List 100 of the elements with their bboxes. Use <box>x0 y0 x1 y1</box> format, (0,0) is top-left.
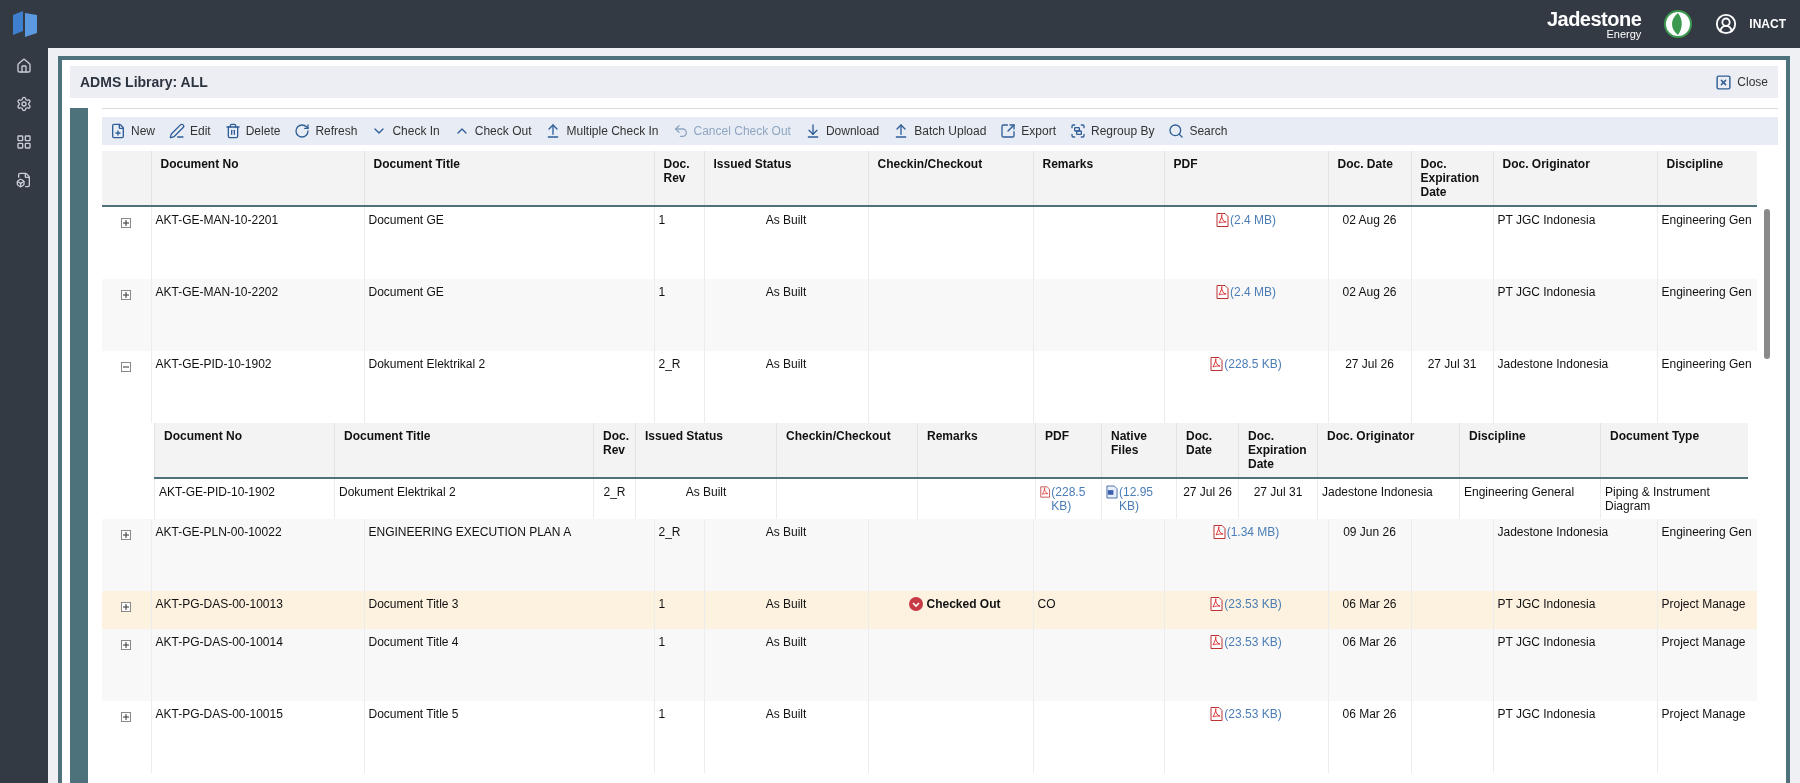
minus-icon <box>122 363 131 371</box>
native-file-link[interactable]: (12.95 KB) <box>1119 485 1172 513</box>
column-header[interactable]: PDF <box>1035 423 1102 478</box>
document-icon[interactable] <box>16 172 32 188</box>
table-cell: Project Manage <box>1657 629 1757 701</box>
plus-icon <box>122 219 131 227</box>
pdf-link[interactable]: (2.4 MB) <box>1230 285 1276 299</box>
column-header[interactable]: Issued Status <box>635 423 777 478</box>
pdf-link[interactable]: (2.4 MB) <box>1230 213 1276 227</box>
export-icon <box>1000 123 1017 139</box>
toolbar-button[interactable]: Download <box>804 123 880 139</box>
column-header[interactable]: Remarks <box>1033 151 1164 206</box>
table-cell: 1 <box>654 206 704 279</box>
toolbar-button[interactable]: Search <box>1168 123 1228 139</box>
table-cell: AKT-GE-PID-10-1902 <box>151 351 364 423</box>
column-header[interactable]: Doc. Expiration Date <box>1411 151 1493 206</box>
word-file-icon <box>1106 485 1118 499</box>
table-cell: Document Title 4 <box>364 629 654 701</box>
table-cell: As Built <box>704 701 868 773</box>
table-cell: 27 Jul 26 <box>1328 351 1411 423</box>
close-button[interactable]: Close <box>1715 73 1768 91</box>
column-header[interactable]: Doc. Originator <box>1493 151 1657 206</box>
column-header[interactable]: Doc. Rev <box>593 423 636 478</box>
toolbar-button[interactable]: Multiple Check In <box>545 123 659 139</box>
column-header[interactable]: Document Title <box>364 151 654 206</box>
table-cell: Jadestone Indonesia <box>1493 351 1657 423</box>
user-avatar-icon[interactable] <box>1715 13 1738 35</box>
user-name: INACT <box>1749 17 1786 31</box>
table-cell: AKT-GE-MAN-10-2202 <box>151 279 364 351</box>
column-header[interactable]: Document No <box>151 151 364 206</box>
column-header[interactable]: Discipline <box>1657 151 1757 206</box>
toolbar-button[interactable]: Edit <box>169 123 211 139</box>
column-header[interactable]: Doc. Date <box>1176 423 1239 478</box>
plus-icon <box>122 713 131 721</box>
brand-logo: Jadestone Energy <box>1546 8 1642 40</box>
plus-icon <box>122 291 131 299</box>
column-header[interactable]: Checkin/Checkout <box>868 151 1033 206</box>
table-cell: As Built <box>704 206 868 279</box>
expand-toggle[interactable] <box>121 602 132 612</box>
toolbar-button[interactable]: Delete <box>224 123 281 139</box>
column-header[interactable]: Document No <box>154 423 335 478</box>
table-cell: 09 Jun 26 <box>1328 519 1411 591</box>
column-header[interactable]: Doc. Expiration Date <box>1238 423 1318 478</box>
app-logo-icon <box>10 9 40 39</box>
table-cell: ENGINEERING EXECUTION PLAN A <box>364 519 654 591</box>
expand-toggle[interactable] <box>121 290 132 300</box>
toolbar-button[interactable]: Refresh <box>294 123 358 139</box>
toolbar-button[interactable]: New <box>110 123 155 139</box>
table-cell: PT JGC Indonesia <box>1493 206 1657 279</box>
expand-toggle[interactable] <box>121 712 132 722</box>
settings-icon[interactable] <box>16 96 32 112</box>
table-cell: Document GE <box>364 206 654 279</box>
home-icon[interactable] <box>16 58 32 74</box>
table-cell: As Built <box>704 351 868 423</box>
toolbar-button[interactable]: Regroup By <box>1070 123 1155 139</box>
table-cell: PT JGC Indonesia <box>1493 629 1657 701</box>
grid-icon[interactable] <box>16 134 32 150</box>
pdf-file-icon <box>1216 213 1229 227</box>
column-header[interactable]: PDF <box>1164 151 1328 206</box>
toolbar-button[interactable]: Check Out <box>453 123 532 139</box>
table-cell: Document Title 5 <box>364 701 654 773</box>
table-cell: As Built <box>704 591 868 629</box>
column-header[interactable]: Document Title <box>334 423 594 478</box>
table-cell: AKT-GE-MAN-10-2201 <box>151 206 364 279</box>
toolbar-button[interactable]: Export <box>1000 123 1057 139</box>
expand-toggle[interactable] <box>121 218 132 228</box>
pdf-link[interactable]: (228.5 KB) <box>1051 485 1097 513</box>
scrollbar-thumb[interactable] <box>1764 209 1770 359</box>
table-cell: As Built <box>704 629 868 701</box>
column-header[interactable]: Doc. Date <box>1328 151 1411 206</box>
table-cell: PT JGC Indonesia <box>1493 701 1657 773</box>
expand-toggle[interactable] <box>121 640 132 650</box>
table-cell: Engineering Gen <box>1657 279 1757 351</box>
pdf-file-icon <box>1040 485 1051 499</box>
column-header[interactable]: Doc. Originator <box>1317 423 1460 478</box>
table-cell: 1 <box>654 701 704 773</box>
refresh-icon <box>294 123 311 139</box>
column-header[interactable]: Discipline <box>1459 423 1601 478</box>
expand-toggle[interactable] <box>121 530 132 540</box>
table-cell: 06 Mar 26 <box>1328 629 1411 701</box>
column-header[interactable]: Native Files <box>1101 423 1177 478</box>
table-cell: 02 Aug 26 <box>1328 279 1411 351</box>
table-cell: CO <box>1033 591 1164 629</box>
pdf-link[interactable]: (23.53 KB) <box>1224 635 1282 649</box>
table-cell: Engineering Gen <box>1657 206 1757 279</box>
column-header[interactable]: Checkin/Checkout <box>776 423 918 478</box>
pdf-link[interactable]: (1.34 MB) <box>1226 525 1280 539</box>
pdf-file-icon <box>1210 357 1224 371</box>
pdf-link[interactable]: (23.53 KB) <box>1224 707 1282 721</box>
toolbar-button[interactable]: Batch Upload <box>893 123 987 139</box>
column-header[interactable]: Doc. Rev <box>654 151 704 206</box>
table-cell: AKT-GE-PLN-00-10022 <box>151 519 364 591</box>
table-cell: As Built <box>704 279 868 351</box>
column-header[interactable]: Remarks <box>917 423 1036 478</box>
pdf-link[interactable]: (228.5 KB) <box>1224 357 1282 371</box>
expand-toggle[interactable] <box>121 362 132 372</box>
pdf-link[interactable]: (23.53 KB) <box>1224 597 1282 611</box>
column-header[interactable]: Document Type <box>1600 423 1748 478</box>
toolbar-button[interactable]: Check In <box>371 123 440 139</box>
column-header[interactable]: Issued Status <box>704 151 868 206</box>
